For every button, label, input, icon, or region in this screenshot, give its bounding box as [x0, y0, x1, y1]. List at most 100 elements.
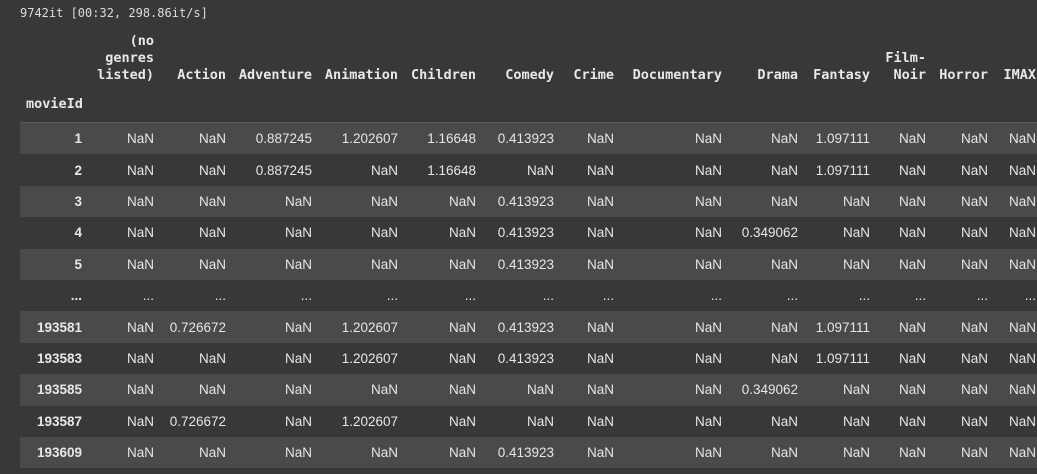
table-cell: NaN — [898, 382, 926, 398]
table-cell: NaN — [898, 225, 926, 241]
table-cell: ... — [914, 288, 926, 304]
table-cell: NaN — [1008, 162, 1036, 178]
table-cell: NaN — [586, 131, 614, 147]
table-cell: NaN — [1008, 256, 1036, 272]
table-row: 4 NaN NaN NaN NaN NaN 0.413923 NaN NaN 0.349062 Na… — [20, 217, 1037, 249]
table-cell: NaN — [370, 225, 398, 241]
dataframe-body: 1 NaN NaN 0.887245 1.202607 1.16648 0.413923 Na… — [20, 122, 1037, 469]
table-cell: NaN — [1008, 382, 1036, 398]
index-row-spacer — [232, 86, 318, 123]
table-cell: NaN — [898, 445, 926, 461]
table-cell: NaN — [842, 413, 870, 429]
table-cell: NaN — [126, 445, 154, 461]
table-cell: NaN — [694, 319, 722, 335]
table-cell: NaN — [284, 319, 312, 335]
index-row-spacer — [932, 86, 994, 123]
table-cell: NaN — [448, 382, 476, 398]
index-row-spacer — [728, 86, 804, 123]
table-row: ........................................… — [20, 279, 1037, 312]
table-cell: NaN — [586, 445, 614, 461]
table-row: 193587 NaN 0.726672 NaN 1.202607 NaN NaN NaN NaN… — [20, 405, 1037, 437]
table-cell: ... — [858, 288, 870, 304]
index-row-spacer — [482, 86, 560, 123]
column-header: Comedy — [505, 67, 554, 83]
table-cell: NaN — [770, 350, 798, 366]
table-cell: NaN — [694, 225, 722, 241]
table-cell: NaN — [448, 350, 476, 366]
table-cell: ... — [142, 288, 154, 304]
table-cell: NaN — [586, 350, 614, 366]
index-row-spacer — [994, 86, 1037, 123]
table-cell: NaN — [370, 193, 398, 209]
table-cell: NaN — [898, 162, 926, 178]
table-cell: ... — [710, 288, 722, 304]
index-row-spacer — [160, 86, 232, 123]
table-cell: NaN — [586, 319, 614, 335]
table-cell: NaN — [448, 193, 476, 209]
column-header: Children — [410, 67, 476, 83]
table-row: 193581 NaN 0.726672 NaN 1.202607 NaN 0.413923 N… — [20, 311, 1037, 343]
table-cell: NaN — [960, 256, 988, 272]
index-row-spacer — [318, 86, 404, 123]
table-cell: NaN — [284, 350, 312, 366]
dataframe-table: (no genres listed) Action Adventure Animati… — [20, 26, 1037, 469]
table-cell: ... — [786, 288, 798, 304]
row-index: 193585 — [36, 382, 82, 398]
table-cell: NaN — [526, 162, 554, 178]
table-cell: 0.349062 — [741, 382, 798, 398]
table-row: 193583 NaN NaN NaN 1.202607 NaN 0.413923 NaN NaN… — [20, 342, 1037, 375]
table-cell: NaN — [960, 445, 988, 461]
table-cell: 1.097111 — [815, 350, 870, 366]
table-cell: 1.16648 — [427, 162, 476, 178]
table-cell: NaN — [586, 162, 614, 178]
table-cell: NaN — [694, 256, 722, 272]
table-cell: NaN — [898, 131, 926, 147]
index-row-spacer — [560, 86, 620, 123]
table-cell: NaN — [1008, 319, 1036, 335]
table-cell: NaN — [694, 382, 722, 398]
table-cell: NaN — [694, 445, 722, 461]
table-cell: NaN — [1008, 445, 1036, 461]
table-cell: NaN — [960, 162, 988, 178]
table-cell: 1.097111 — [815, 131, 870, 147]
table-cell: NaN — [1008, 225, 1036, 241]
index-row-spacer — [620, 86, 728, 123]
table-cell: NaN — [586, 382, 614, 398]
table-cell: NaN — [126, 319, 154, 335]
table-cell: NaN — [198, 225, 226, 241]
table-cell: NaN — [898, 319, 926, 335]
column-header: Film-Noir — [885, 50, 926, 83]
table-cell: 0.413923 — [497, 319, 554, 335]
column-header: Adventure — [238, 67, 312, 83]
table-cell: NaN — [770, 256, 798, 272]
table-cell: 0.349062 — [741, 225, 798, 241]
table-cell: NaN — [448, 319, 476, 335]
column-header: Drama — [757, 67, 798, 83]
table-cell: NaN — [448, 256, 476, 272]
table-cell: NaN — [586, 256, 614, 272]
row-index: 5 — [74, 256, 82, 272]
table-cell: NaN — [842, 225, 870, 241]
table-row: 3 NaN NaN NaN NaN NaN 0.413923 NaN NaN NaN NaN NaN N… — [20, 185, 1037, 218]
table-cell: NaN — [448, 413, 476, 429]
table-cell: NaN — [770, 193, 798, 209]
table-cell: NaN — [448, 445, 476, 461]
table-row: 5 NaN NaN NaN NaN NaN 0.413923 NaN NaN NaN NaN NaN N… — [20, 248, 1037, 280]
table-cell: NaN — [126, 225, 154, 241]
table-cell: NaN — [842, 193, 870, 209]
table-cell: NaN — [960, 382, 988, 398]
table-cell: NaN — [370, 382, 398, 398]
index-header-corner — [20, 26, 90, 86]
row-index: 193609 — [36, 445, 82, 461]
table-cell: NaN — [694, 413, 722, 429]
row-index: 193583 — [36, 350, 82, 366]
column-header: Documentary — [632, 67, 722, 83]
table-cell: NaN — [284, 225, 312, 241]
table-cell: ... — [300, 288, 312, 304]
index-row-spacer — [404, 86, 482, 123]
table-cell: NaN — [694, 193, 722, 209]
table-cell: NaN — [960, 193, 988, 209]
row-index: 2 — [74, 162, 82, 178]
table-cell: NaN — [126, 350, 154, 366]
row-index: 193581 — [36, 319, 82, 335]
